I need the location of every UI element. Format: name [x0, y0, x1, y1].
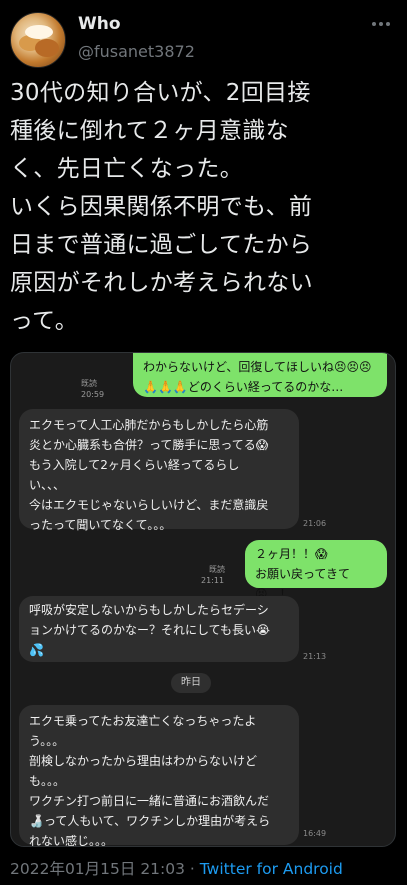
tweet-header: Who @fusanet3872	[0, 0, 407, 68]
chat-screenshot-image[interactable]: わからないけど、回復してほしいね😣😣😣 🙏🙏🙏どのくらい経ってるのかな… 既読 …	[10, 352, 396, 847]
message-time: 21:06	[303, 519, 327, 528]
chat-bubble-outgoing: ２ヶ月！！😱 お願い戻ってきて😣…！	[245, 540, 387, 601]
read-receipt: 既読	[81, 379, 97, 388]
chat-bubble-incoming: エクモ乗ってたお友達亡くなっちゃったよ う。。。 剖検しなかったから理由はわから…	[19, 705, 299, 846]
message-time: 21:11	[201, 576, 225, 585]
user-handle[interactable]: @fusanet3872	[78, 42, 195, 61]
message-time: 21:13	[303, 652, 327, 661]
tweet-source-link[interactable]: Twitter for Android	[200, 860, 343, 878]
chat-bubble-incoming: エクモって人工心肺だからもしかしたら心筋 炎とか心臓系も合併？って勝手に思ってる…	[19, 409, 299, 532]
display-name[interactable]: Who	[78, 14, 121, 34]
separator: ·	[185, 860, 200, 878]
message-time: 16:49	[303, 829, 327, 838]
tweet-footer: 2022年01月15日 21:03 · Twitter for Android	[10, 857, 343, 879]
date-divider: 昨日	[171, 673, 211, 693]
tweet-text: 30代の知り合いが、2回目接 種後に倒れて２ヶ月意識な く、先日亡くなった。 い…	[10, 80, 313, 334]
chat-bubble-incoming: 呼吸が安定しないからもしかしたらセデーシ ョンかけてるのかなー？それにしても長い…	[19, 596, 299, 662]
message-time: 20:59	[81, 390, 105, 399]
tweet-timestamp[interactable]: 2022年01月15日 21:03	[10, 860, 185, 878]
more-options-icon[interactable]	[369, 14, 393, 34]
chat-bubble-outgoing: わからないけど、回復してほしいね😣😣😣 🙏🙏🙏どのくらい経ってるのかな…	[133, 353, 387, 397]
read-receipt: 既読	[209, 565, 225, 574]
avatar[interactable]	[10, 12, 66, 68]
